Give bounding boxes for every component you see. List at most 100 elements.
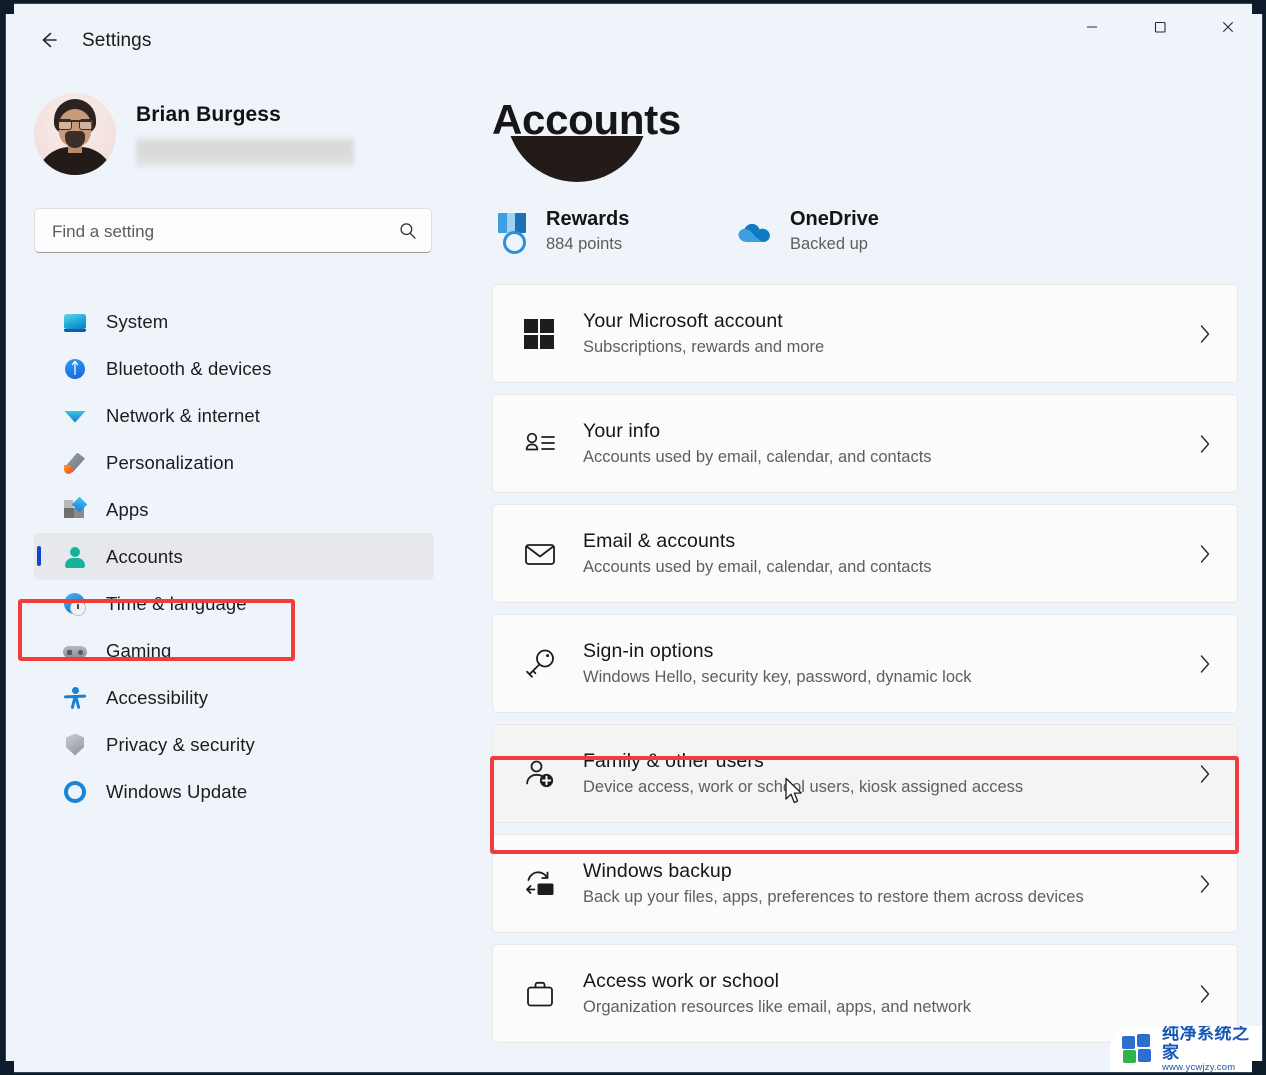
sidebar-item-bluetooth-devices[interactable]: ᛏ Bluetooth & devices [34, 345, 434, 392]
chevron-right-icon [1185, 323, 1225, 345]
shield-icon [62, 732, 88, 758]
settings-card-your-info[interactable]: Your info Accounts used by email, calend… [492, 394, 1238, 493]
sidebar-item-label: Network & internet [106, 404, 260, 426]
envelope-icon [523, 537, 557, 571]
chevron-right-icon [1185, 653, 1225, 675]
onedrive-cloud-icon [736, 209, 776, 253]
bluetooth-icon: ᛏ [62, 356, 88, 382]
maximize-icon [1154, 21, 1166, 33]
backup-icon [523, 867, 557, 901]
minimize-icon [1087, 26, 1097, 28]
settings-card-family-other-users[interactable]: Family & other users Device access, work… [492, 724, 1238, 823]
watermark-title: 纯净系统之家 [1162, 1026, 1250, 1062]
card-title: Sign-in options [583, 640, 714, 662]
quick-link-title: OneDrive [790, 208, 879, 230]
network-icon [62, 403, 88, 429]
chevron-right-icon [1185, 763, 1225, 785]
chevron-right-icon [1185, 873, 1225, 895]
selection-indicator [37, 546, 41, 566]
maximize-button[interactable] [1126, 4, 1194, 50]
scrolled-avatar-sliver [506, 136, 648, 182]
microsoft-logo-icon [523, 317, 557, 351]
account-email-redacted [136, 137, 354, 167]
avatar [34, 93, 116, 175]
settings-card-sign-in-options[interactable]: Sign-in options Windows Hello, security … [492, 614, 1238, 713]
main-content: Accounts Rewards 884 points OneDrive Bac… [468, 76, 1262, 1072]
settings-window: Settings Brian Burgess Find a setting Sy… [6, 4, 1262, 1072]
key-icon [523, 647, 557, 681]
card-subtitle: Subscriptions, rewards and more [583, 338, 825, 356]
sidebar-item-label: Bluetooth & devices [106, 357, 272, 379]
account-name: Brian Burgess [136, 103, 281, 126]
card-subtitle: Back up your files, apps, preferences to… [583, 888, 1084, 906]
chevron-right-icon [1185, 433, 1225, 455]
sidebar-item-windows-update[interactable]: Windows Update [34, 768, 434, 815]
sidebar-item-label: System [106, 310, 169, 332]
settings-card-your-microsoft-account[interactable]: Your Microsoft account Subscriptions, re… [492, 284, 1238, 383]
user-info-icon [523, 427, 557, 461]
accounts-icon [62, 544, 88, 570]
quick-link-subtitle: Backed up [790, 235, 868, 253]
watermark-logo-icon [1122, 1034, 1156, 1064]
system-icon [62, 309, 88, 335]
card-subtitle: Windows Hello, security key, password, d… [583, 668, 972, 686]
card-subtitle: Device access, work or school users, kio… [583, 778, 1024, 796]
sidebar-nav: System ᛏ Bluetooth & devices Network & i… [6, 298, 468, 815]
back-arrow-icon [42, 32, 57, 48]
sidebar-item-system[interactable]: System [34, 298, 434, 345]
sidebar-item-label: Privacy & security [106, 733, 255, 755]
card-title: Access work or school [583, 970, 780, 992]
sidebar-item-apps[interactable]: Apps [34, 486, 434, 533]
card-title: Your Microsoft account [583, 310, 783, 332]
search-icon[interactable] [398, 221, 418, 241]
minimize-button[interactable] [1058, 4, 1126, 50]
search-input[interactable] [50, 209, 384, 254]
quick-link-title: Rewards [546, 208, 630, 230]
update-icon [62, 779, 88, 805]
quick-link-onedrive[interactable]: OneDrive Backed up [736, 206, 879, 256]
briefcase-icon [523, 977, 557, 1011]
settings-card-windows-backup[interactable]: Windows backup Back up your files, apps,… [492, 834, 1238, 933]
sidebar-item-personalization[interactable]: Personalization [34, 439, 434, 486]
sidebar-item-label: Accounts [106, 545, 183, 567]
sidebar-item-privacy-security[interactable]: Privacy & security [34, 721, 434, 768]
card-subtitle: Organization resources like email, apps,… [583, 998, 971, 1016]
sidebar-item-label: Apps [106, 498, 149, 520]
sidebar-item-accessibility[interactable]: Accessibility [34, 674, 434, 721]
card-title: Windows backup [583, 860, 732, 882]
card-title: Family & other users [583, 750, 764, 772]
quick-link-subtitle: 884 points [546, 235, 623, 253]
sidebar-item-label: Time & language [106, 592, 247, 614]
settings-card-email-accounts[interactable]: Email & accounts Accounts used by email,… [492, 504, 1238, 603]
sidebar-item-network-internet[interactable]: Network & internet [34, 392, 434, 439]
account-summary[interactable]: Brian Burgess [34, 93, 434, 179]
sidebar-item-accounts[interactable]: Accounts [34, 533, 434, 580]
card-subtitle: Accounts used by email, calendar, and co… [583, 558, 932, 576]
sidebar-item-time-language[interactable]: Time & language [34, 580, 434, 627]
chevron-right-icon [1185, 543, 1225, 565]
gamepad-icon [62, 638, 88, 664]
apps-icon [62, 496, 88, 523]
site-watermark: 纯净系统之家 www.ycwjzy.com [1110, 1026, 1262, 1072]
accessibility-icon [62, 685, 88, 711]
app-title: Settings [82, 30, 152, 51]
quick-link-rewards[interactable]: Rewards 884 points [492, 206, 629, 256]
quick-links-row: Rewards 884 points OneDrive Backed up [492, 206, 1232, 268]
close-icon [1223, 22, 1233, 32]
card-title: Email & accounts [583, 530, 736, 552]
watermark-url: www.ycwjzy.com [1162, 1062, 1236, 1072]
card-subtitle: Accounts used by email, calendar, and co… [583, 448, 932, 466]
back-button[interactable] [28, 20, 68, 60]
search-box[interactable] [34, 208, 432, 254]
sidebar-item-label: Gaming [106, 639, 172, 661]
settings-card-list: Your Microsoft account Subscriptions, re… [492, 284, 1238, 1054]
sidebar-item-label: Personalization [106, 451, 234, 473]
add-user-icon [523, 757, 557, 791]
sidebar-item-gaming[interactable]: Gaming [34, 627, 434, 674]
rewards-medal-icon [492, 209, 532, 254]
sidebar-item-label: Windows Update [106, 780, 248, 802]
card-title: Your info [583, 420, 661, 442]
personalization-icon [62, 450, 88, 476]
title-bar: Settings [6, 4, 1262, 76]
sidebar-item-label: Accessibility [106, 686, 209, 708]
